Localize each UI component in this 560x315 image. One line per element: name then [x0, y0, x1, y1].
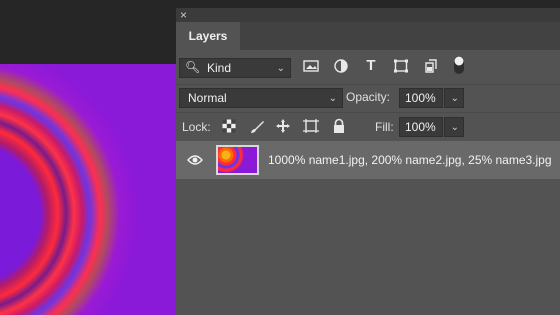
lock-row: Lock: Fill: 100% ⌄ [176, 112, 560, 141]
adjustment-filter-icon[interactable] [332, 59, 350, 76]
fill-input[interactable]: 100% [399, 117, 443, 137]
filter-kind-label: Kind [207, 61, 232, 75]
close-icon[interactable]: × [180, 8, 187, 22]
shape-filter-icon[interactable] [392, 59, 410, 76]
type-filter-icon[interactable]: T [362, 57, 380, 74]
chevron-down-icon: ⌄ [450, 122, 459, 133]
blend-mode-value: Normal [188, 91, 227, 105]
opacity-label: Opacity: [346, 90, 391, 104]
filter-toggle-icon[interactable] [450, 55, 468, 78]
lock-position-icon[interactable] [274, 118, 292, 137]
lock-transparent-icon[interactable] [220, 119, 238, 136]
lock-all-icon[interactable] [330, 118, 348, 137]
layer-thumbnail[interactable] [216, 145, 259, 175]
search-icon: 🔍︎ [185, 60, 201, 74]
smart-object-filter-icon[interactable] [422, 59, 440, 76]
fill-value: 100% [405, 120, 436, 134]
image-filter-icon[interactable] [302, 59, 320, 76]
opacity-dropdown-button[interactable]: ⌄ [444, 88, 464, 108]
blend-row: Normal ⌄ Opacity: 100% ⌄ [176, 84, 560, 111]
layer-name[interactable]: 1000% name1.jpg, 200% name2.jpg, 25% nam… [268, 153, 552, 167]
panel-tabbar: Layers [176, 22, 560, 50]
opacity-input[interactable]: 100% [399, 88, 443, 108]
artwork-image[interactable] [0, 64, 176, 315]
layer-row[interactable]: 1000% name1.jpg, 200% name2.jpg, 25% nam… [176, 141, 560, 179]
blend-mode-select[interactable]: Normal ⌄ [179, 88, 343, 108]
chevron-down-icon: ⌄ [328, 93, 337, 104]
fill-label: Fill: [375, 120, 394, 134]
lock-artboard-icon[interactable] [302, 119, 320, 136]
fill-dropdown-button[interactable]: ⌄ [444, 117, 464, 137]
chevron-down-icon: ⌄ [276, 63, 285, 74]
layers-panel: × Layers 🔍︎ Kind ⌄ T Normal ⌄ Opacity: 1… [176, 8, 560, 315]
chevron-down-icon: ⌄ [450, 93, 459, 104]
panel-header: × [176, 8, 560, 22]
filter-kind-select[interactable]: 🔍︎ Kind ⌄ [179, 58, 291, 78]
lock-label: Lock: [182, 120, 211, 134]
document-canvas[interactable] [0, 0, 176, 315]
filter-row: 🔍︎ Kind ⌄ T [176, 50, 560, 84]
eye-icon[interactable] [187, 153, 203, 165]
tab-layers[interactable]: Layers [176, 22, 240, 50]
lock-image-icon[interactable] [248, 119, 266, 138]
opacity-value: 100% [405, 91, 436, 105]
